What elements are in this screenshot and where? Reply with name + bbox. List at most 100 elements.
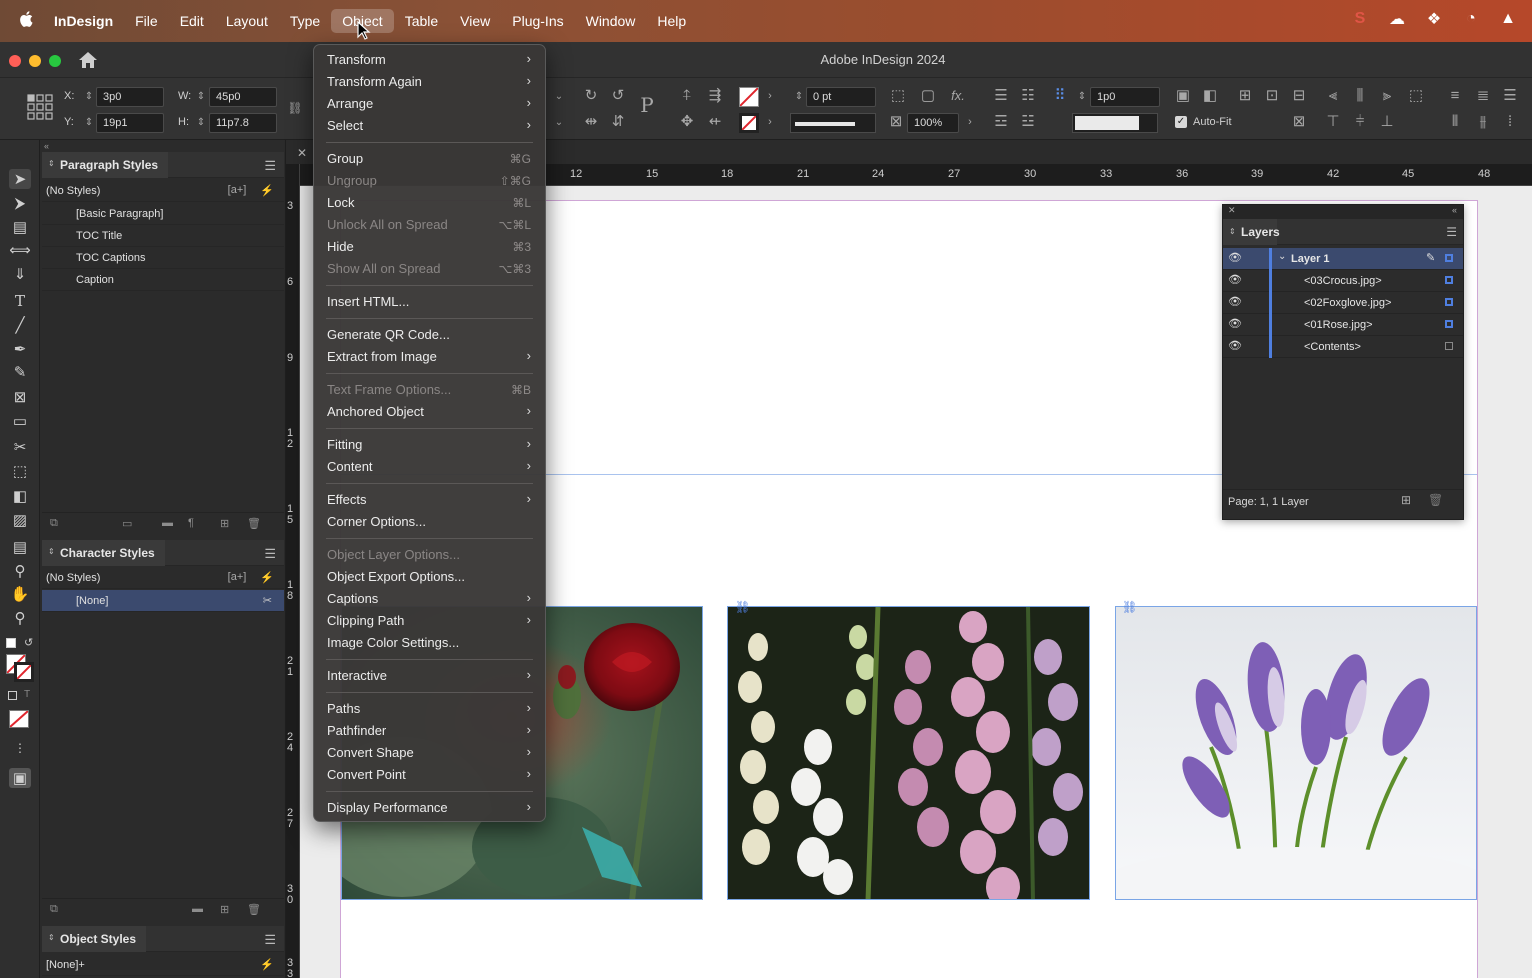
fit-frame-icon[interactable]: ◧ [1201,86,1219,104]
menu-item-select[interactable]: Select › [314,115,545,137]
content-aware-fit-icon[interactable]: ⊠ [1290,112,1308,130]
link-icon[interactable]: ⛓ [1122,600,1137,614]
wrap-around-icon[interactable]: ☷ [1019,86,1037,104]
scissors-tool-icon[interactable]: ✂ [9,437,31,457]
style-row[interactable]: [None] ✂ [42,590,284,612]
stroke-swatch-icon[interactable] [739,113,759,133]
menu-item-effects[interactable]: Effects › [314,489,545,511]
pencil-tool-icon[interactable]: ✎ [9,362,31,382]
default-fill-stroke-icon[interactable] [6,638,16,648]
text-wrap-icon[interactable]: ☰ [992,86,1010,104]
delete-style-icon[interactable]: 🗑 [247,517,261,530]
menu-item-captions[interactable]: Captions › [314,588,545,610]
h-stepper-icon[interactable]: ⇕ [192,113,210,131]
selection-indicator[interactable] [1445,276,1453,284]
opacity-field[interactable]: 100% [907,113,959,133]
menu-item-interactive[interactable]: Interactive › [314,665,545,687]
menu-item-lock[interactable]: Lock ⌘L [314,192,545,214]
layer-object-row[interactable]: 👁 <Contents> [1223,336,1463,358]
align-to-icon[interactable]: ⬚ [1407,86,1425,104]
menu-plugins[interactable]: Plug-Ins [501,9,574,33]
y-field[interactable]: 19p1 [96,113,164,133]
menu-layout[interactable]: Layout [215,9,279,33]
layer-row[interactable]: 👁 ⌄ Layer 1 ✎ [1223,248,1463,270]
menu-help[interactable]: Help [646,9,697,33]
disclosure-chevron-icon[interactable]: ⌄ [1278,251,1286,262]
menu-table[interactable]: Table [394,9,449,33]
panel-menu-icon[interactable]: ☰ [264,546,276,562]
selection-tool-icon[interactable]: ➤ [9,169,31,189]
sync-status-icon[interactable]: ◔ [1461,9,1481,29]
apply-none-icon[interactable] [9,710,29,728]
creative-cloud-icon[interactable]: ☁ [1387,9,1407,29]
wrap-jump-icon[interactable]: ☲ [992,112,1010,130]
fit-content-icon[interactable]: ▣ [1174,86,1192,104]
distribute-bottom-icon[interactable]: ☰ [1501,86,1519,104]
distribute-center-icon[interactable]: ⫵ [1474,112,1492,130]
stroke-weight-field[interactable]: 0 pt [806,87,876,107]
distribute-left-icon[interactable]: ⦀ [1446,112,1464,130]
new-layer-icon[interactable]: ⊞ [1401,493,1411,507]
apple-icon[interactable] [0,10,52,32]
effects-fx-icon[interactable]: fx. [949,86,967,104]
menu-item-paths[interactable]: Paths › [314,698,545,720]
gap-tool-icon[interactable]: ⠿ [1051,86,1069,104]
w-stepper-icon[interactable]: ⇕ [192,87,210,105]
x-field[interactable]: 3p0 [96,87,164,107]
gap-field[interactable]: 1p0 [1090,87,1160,107]
panel-menu-icon[interactable]: ☰ [264,932,276,948]
menu-item-content[interactable]: Content › [314,456,545,478]
distribute-middle-icon[interactable]: ≣ [1474,86,1492,104]
type-tool-icon[interactable]: T [9,291,31,311]
eye-icon[interactable]: 👁 [1228,317,1242,330]
menu-item-display-performance[interactable]: Display Performance › [314,797,545,819]
new-style-icon[interactable]: ⊞ [220,903,229,916]
style-row[interactable]: (No Styles) [a+] ⚡ [42,180,284,202]
menu-item-hide[interactable]: Hide ⌘3 [314,236,545,258]
link-icon[interactable]: ⛓ [735,600,750,614]
stroke-arrow-icon[interactable]: › [761,113,779,131]
formatting-text-icon[interactable]: T [24,689,30,700]
menu-item-convert-shape[interactable]: Convert Shape › [314,742,545,764]
gap-tool-icon[interactable]: ⟺ [9,240,31,260]
delete-style-icon[interactable]: 🗑 [247,903,261,916]
formatting-container-icon[interactable] [8,691,17,700]
clear-overrides-icon[interactable]: ¶ [188,517,194,529]
drive-icon[interactable]: ▲ [1498,9,1518,29]
menu-item-image-color-settings[interactable]: Image Color Settings... [314,632,545,654]
style-override-icon[interactable]: ⧉ [50,517,58,530]
menu-item-fitting[interactable]: Fitting › [314,434,545,456]
menu-app-indesign[interactable]: InDesign [52,9,124,33]
menu-item-pathfinder[interactable]: Pathfinder › [314,720,545,742]
menu-item-corner-options[interactable]: Corner Options... [314,511,545,533]
style-row[interactable]: (No Styles) [a+] ⚡ [42,567,284,589]
menu-window[interactable]: Window [575,9,647,33]
expand-arrows-icon[interactable]: ⇕ [1229,227,1236,236]
autofit-checkbox[interactable]: ✓ [1175,116,1187,128]
line-tool-icon[interactable]: ╱ [9,315,31,335]
menu-item-transform[interactable]: Transform › [314,49,545,71]
gap-stepper-icon[interactable]: ⇕ [1073,87,1091,105]
select-prev-icon[interactable]: ⇷ [706,112,724,130]
rotate-cw-icon[interactable]: ↻ [582,86,600,104]
new-group-icon[interactable]: ▬ [162,517,173,529]
zoom-tool-icon[interactable]: ⚲ [9,608,31,628]
select-content-icon[interactable]: ✥ [678,112,696,130]
menu-edit[interactable]: Edit [169,9,215,33]
menu-file[interactable]: File [124,9,169,33]
w-field[interactable]: 45p0 [209,87,277,107]
select-container-icon[interactable]: ⍏ [678,86,696,104]
unlink-icon[interactable]: ✂ [263,594,272,607]
eye-icon[interactable]: 👁 [1228,339,1242,352]
menu-item-transform-again[interactable]: Transform Again › [314,71,545,93]
direction-p-icon[interactable]: P [638,93,656,117]
hand-tool-icon[interactable]: ✋ [9,584,31,604]
selection-indicator[interactable] [1445,342,1453,350]
object-styles-tab[interactable]: Object Styles [42,926,147,952]
style-row[interactable]: [Basic Paragraph] [42,203,284,225]
close-panel-icon[interactable]: ✕ [1228,205,1236,216]
menu-item-generate-qr-code[interactable]: Generate QR Code... [314,324,545,346]
layer-object-row[interactable]: 👁 <02Foxglove.jpg> [1223,292,1463,314]
content-collector-icon[interactable]: ⇓ [9,264,31,284]
collapse-panel-icon[interactable]: « [1452,205,1457,215]
